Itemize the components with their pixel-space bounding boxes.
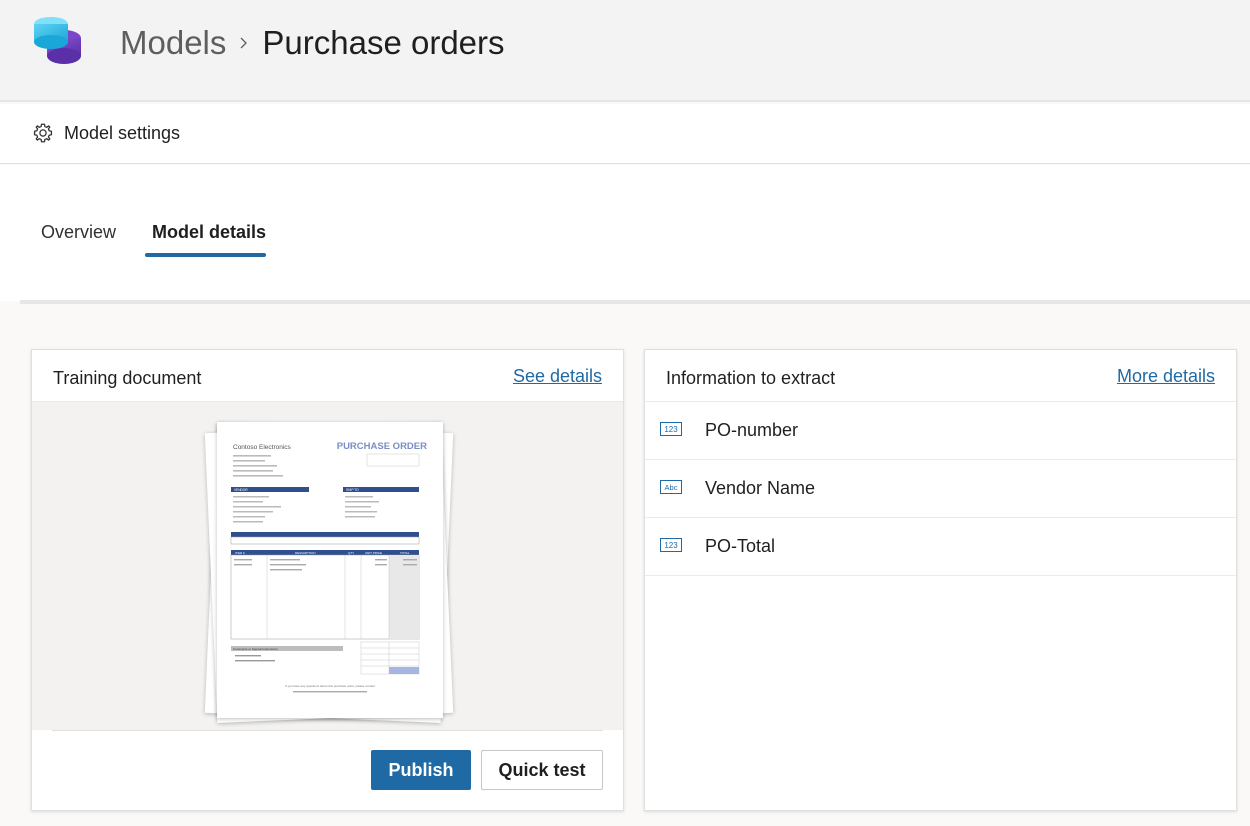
purchase-order-thumbnail: Contoso Electronics PURCHASE ORDER VENDO… <box>230 441 427 693</box>
command-bar: Model settings <box>0 104 1250 164</box>
number-field-icon: 123 <box>660 422 682 436</box>
doc-col-unit-price: UNIT PRICE <box>365 551 382 555</box>
tab-overview[interactable]: Overview <box>41 222 116 243</box>
model-settings-label: Model settings <box>64 122 181 143</box>
more-details-link[interactable]: More details <box>1117 366 1215 387</box>
doc-heading: PURCHASE ORDER <box>337 441 427 452</box>
svg-text:123: 123 <box>664 541 678 550</box>
text-field-icon: Abc <box>660 480 682 494</box>
gear-icon <box>33 123 53 143</box>
svg-text:123: 123 <box>664 425 678 434</box>
extract-field-row[interactable]: Abc Vendor Name <box>645 460 1236 518</box>
field-label-po-number: PO-number <box>705 420 799 440</box>
field-label-vendor-name: Vendor Name <box>705 478 816 498</box>
doc-company-name: Contoso Electronics <box>233 444 292 451</box>
number-field-icon: 123 <box>660 538 682 552</box>
doc-col-total: TOTAL <box>400 551 410 555</box>
information-to-extract-card: Information to extract More details 123 … <box>644 349 1237 811</box>
tab-model-details[interactable]: Model details <box>152 222 266 243</box>
app-header: Models Purchase orders <box>0 0 1250 102</box>
document-thumbnail-stack[interactable]: Contoso Electronics PURCHASE ORDER VENDO… <box>204 412 455 724</box>
extract-field-row[interactable]: 123 PO-Total <box>645 518 1236 576</box>
doc-footer-line: If you have any questions about this pur… <box>285 684 375 688</box>
publish-button[interactable]: Publish <box>371 750 471 790</box>
doc-comments-header: Comments or Special Instructions <box>233 647 278 651</box>
see-details-link[interactable]: See details <box>513 366 602 387</box>
selected-tab-indicator <box>145 253 266 257</box>
doc-col-qty: QTY <box>348 551 354 555</box>
training-document-card: Training document See details Contoso El… <box>31 349 624 811</box>
doc-col-item: ITEM # <box>235 551 245 555</box>
doc-shipto-header: SHIP TO <box>346 488 359 492</box>
tab-bar: Overview Model details <box>0 165 1250 301</box>
field-label-po-total: PO-Total <box>705 536 776 556</box>
model-settings-button[interactable]: Model settings <box>32 122 180 144</box>
svg-text:Abc: Abc <box>665 483 678 492</box>
quick-test-button[interactable]: Quick test <box>481 750 603 790</box>
document-preview: Contoso Electronics PURCHASE ORDER VENDO… <box>32 402 623 730</box>
breadcrumb-models-link[interactable]: Models <box>120 24 226 62</box>
document-page-front: Contoso Electronics PURCHASE ORDER VENDO… <box>217 422 443 718</box>
doc-col-description: DESCRIPTION <box>295 551 316 555</box>
page-title: Purchase orders <box>262 24 505 61</box>
chevron-right-icon <box>240 37 248 49</box>
breadcrumb: Models Purchase orders <box>120 22 505 64</box>
section-divider <box>20 300 1250 304</box>
doc-vendor-header: VENDOR <box>234 488 248 492</box>
training-document-title: Training document <box>53 368 202 388</box>
extract-field-row[interactable]: 123 PO-number <box>645 402 1236 460</box>
card-footer-divider <box>52 730 603 731</box>
information-to-extract-title: Information to extract <box>666 368 836 388</box>
app-logo-icon <box>34 17 81 64</box>
